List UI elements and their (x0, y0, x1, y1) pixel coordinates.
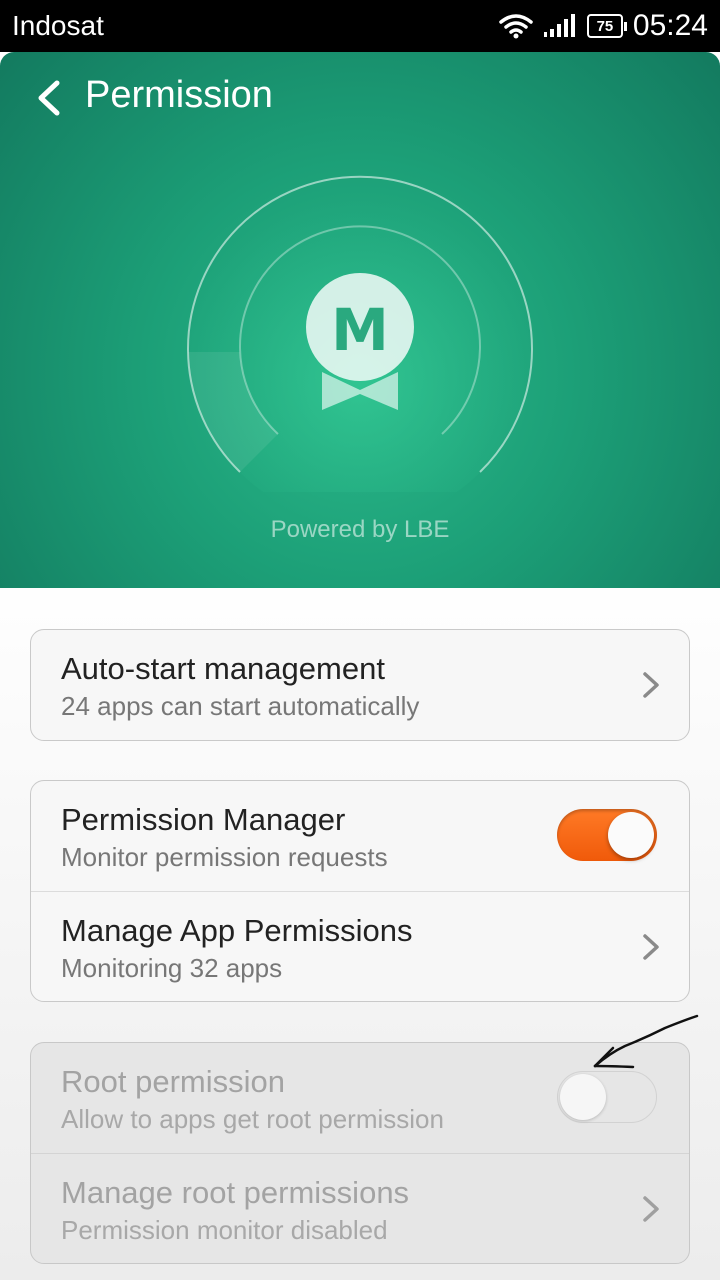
autostart-subtitle: 24 apps can start automatically (61, 691, 420, 721)
autostart-card: Auto-start management 24 apps can start … (30, 629, 690, 741)
header-panel: Permission M Powered by LBE (0, 52, 720, 588)
permission-manager-card: Permission Manager Monitor permission re… (30, 780, 690, 1002)
status-icons: 75 05:24 (499, 9, 708, 43)
security-gauge: M (187, 175, 533, 492)
manage-root-permissions-title: Manage root permissions (61, 1175, 410, 1210)
chevron-left-icon (38, 80, 60, 116)
toggle-knob (560, 1074, 606, 1120)
carrier-name: Indosat (12, 10, 104, 41)
annotation-arrow-icon (593, 1014, 699, 1069)
manage-app-permissions-subtitle: Monitoring 32 apps (61, 953, 283, 983)
signal-icon (543, 14, 575, 37)
powered-by-label: Powered by LBE (270, 516, 450, 543)
autostart-title: Auto-start management (61, 651, 385, 686)
permission-manager-toggle[interactable] (557, 809, 657, 861)
chevron-right-icon (643, 1196, 659, 1222)
battery-icon: 75 (586, 14, 627, 38)
page-title: Permission (85, 74, 273, 116)
manage-app-permissions-row[interactable]: Manage App Permissions Monitoring 32 app… (31, 891, 689, 1001)
battery-level: 75 (596, 17, 614, 35)
autostart-row[interactable]: Auto-start management 24 apps can start … (31, 630, 689, 740)
clock: 05:24 (632, 9, 708, 42)
wifi-icon (499, 14, 533, 39)
manage-app-permissions-title: Manage App Permissions (61, 913, 413, 948)
manage-root-permissions-subtitle: Permission monitor disabled (61, 1215, 388, 1245)
back-button[interactable] (28, 76, 68, 120)
manage-root-permissions-row[interactable]: Manage root permissions Permission monit… (31, 1153, 689, 1263)
chevron-right-icon (643, 672, 659, 698)
toggle-knob (608, 812, 654, 858)
permission-manager-row: Permission Manager Monitor permission re… (31, 781, 689, 891)
status-bar: Indosat 75 05:24 (0, 0, 720, 52)
chevron-right-icon (643, 934, 659, 960)
logo-letter: M (331, 296, 389, 364)
